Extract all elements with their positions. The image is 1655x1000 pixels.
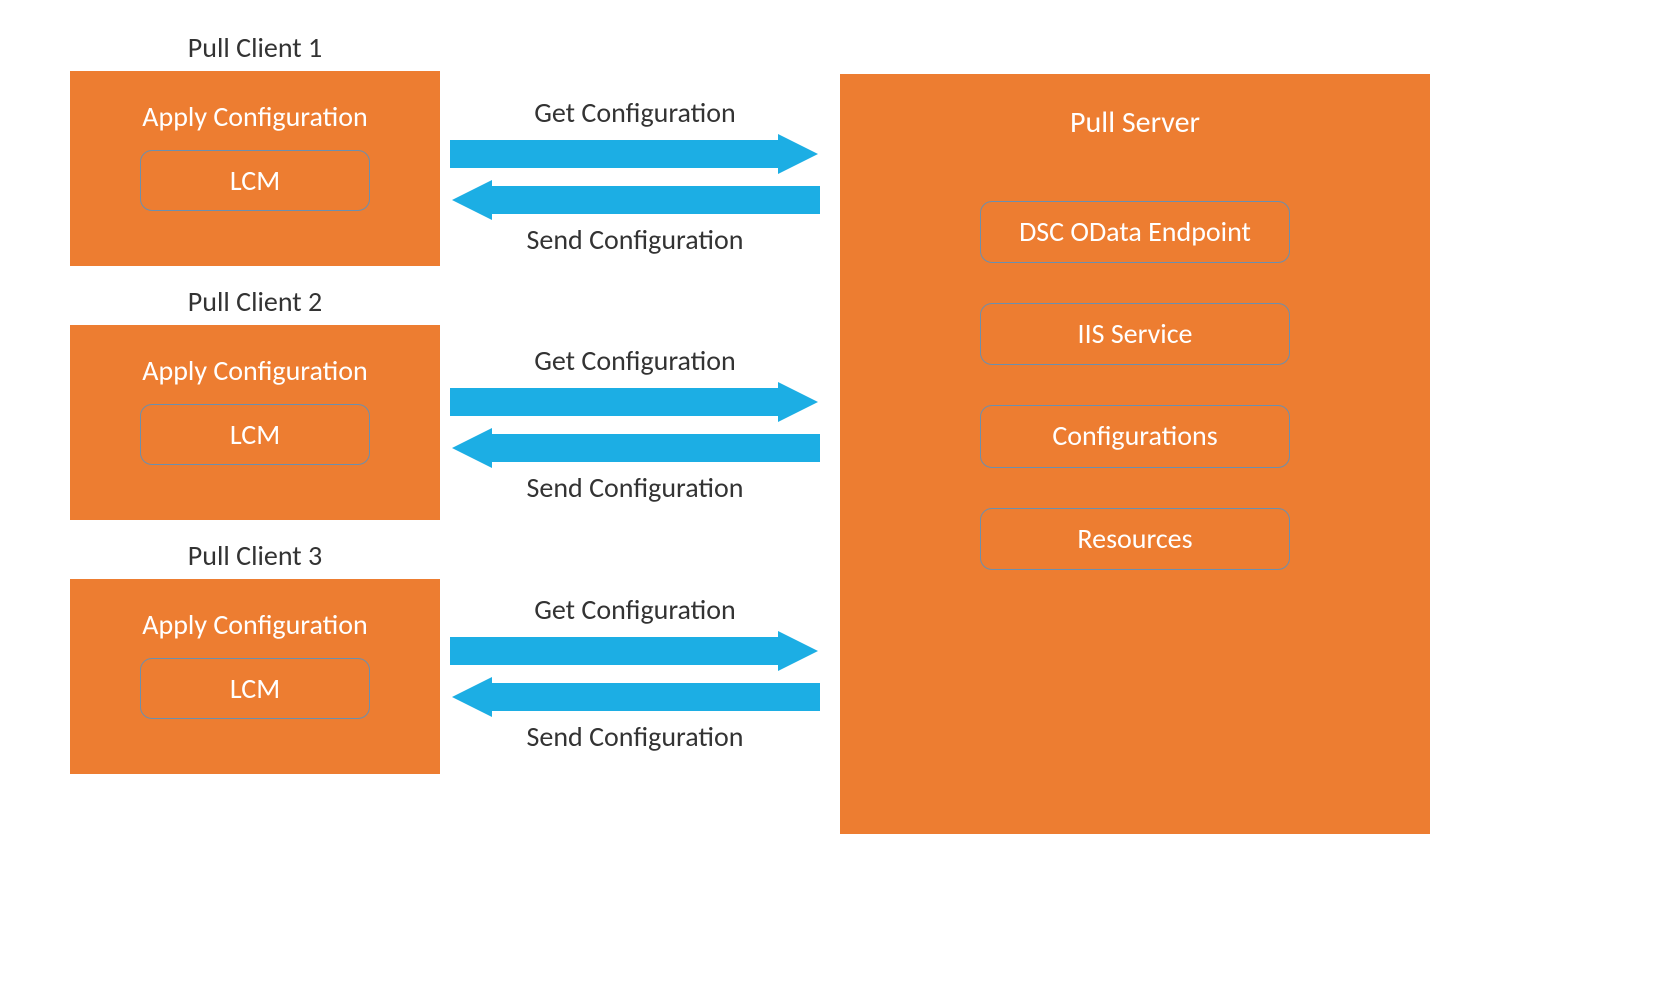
pull-client-2-title: Pull Client 2 <box>70 284 440 319</box>
configurations-box: Configurations <box>980 405 1290 467</box>
send-configuration-label: Send Configuration <box>527 470 744 505</box>
lcm-box: LCM <box>140 658 370 719</box>
get-configuration-label: Get Configuration <box>534 592 736 627</box>
arrows-column: Get Configuration Send Configuration Get… <box>440 30 830 840</box>
pull-client-1-title: Pull Client 1 <box>70 30 440 65</box>
get-configuration-label: Get Configuration <box>534 343 736 378</box>
pull-server-box: Pull Server DSC OData Endpoint IIS Servi… <box>840 74 1430 834</box>
arrow-right-icon <box>450 382 820 422</box>
iis-service-box: IIS Service <box>980 303 1290 365</box>
apply-configuration-label: Apply Configuration <box>142 99 367 134</box>
send-configuration-label: Send Configuration <box>527 719 744 754</box>
arrow-left-icon <box>450 677 820 717</box>
pull-client-2-group: Pull Client 2 Apply Configuration LCM <box>70 284 440 520</box>
pull-client-1-group: Pull Client 1 Apply Configuration LCM <box>70 30 440 266</box>
arrow-pair-2: Get Configuration Send Configuration <box>440 343 830 591</box>
lcm-box: LCM <box>140 404 370 465</box>
pull-client-2-box: Apply Configuration LCM <box>70 325 440 520</box>
arrow-left-icon <box>450 428 820 468</box>
pull-server-column: Pull Server DSC OData Endpoint IIS Servi… <box>840 30 1430 840</box>
resources-box: Resources <box>980 508 1290 570</box>
lcm-box: LCM <box>140 150 370 211</box>
pull-client-3-box: Apply Configuration LCM <box>70 579 440 774</box>
pull-client-3-group: Pull Client 3 Apply Configuration LCM <box>70 538 440 774</box>
arrow-left-icon <box>450 180 820 220</box>
arrow-pair-3: Get Configuration Send Configuration <box>440 592 830 840</box>
dsc-odata-endpoint-box: DSC OData Endpoint <box>980 201 1290 263</box>
pull-clients-column: Pull Client 1 Apply Configuration LCM Pu… <box>70 30 440 840</box>
apply-configuration-label: Apply Configuration <box>142 353 367 388</box>
pull-server-title: Pull Server <box>1070 104 1200 141</box>
pull-client-3-title: Pull Client 3 <box>70 538 440 573</box>
arrow-pair-1: Get Configuration Send Configuration <box>440 95 830 343</box>
dsc-pull-architecture-diagram: Pull Client 1 Apply Configuration LCM Pu… <box>70 30 1440 840</box>
send-configuration-label: Send Configuration <box>527 222 744 257</box>
apply-configuration-label: Apply Configuration <box>142 607 367 642</box>
get-configuration-label: Get Configuration <box>534 95 736 130</box>
arrow-right-icon <box>450 134 820 174</box>
arrow-right-icon <box>450 631 820 671</box>
pull-client-1-box: Apply Configuration LCM <box>70 71 440 266</box>
